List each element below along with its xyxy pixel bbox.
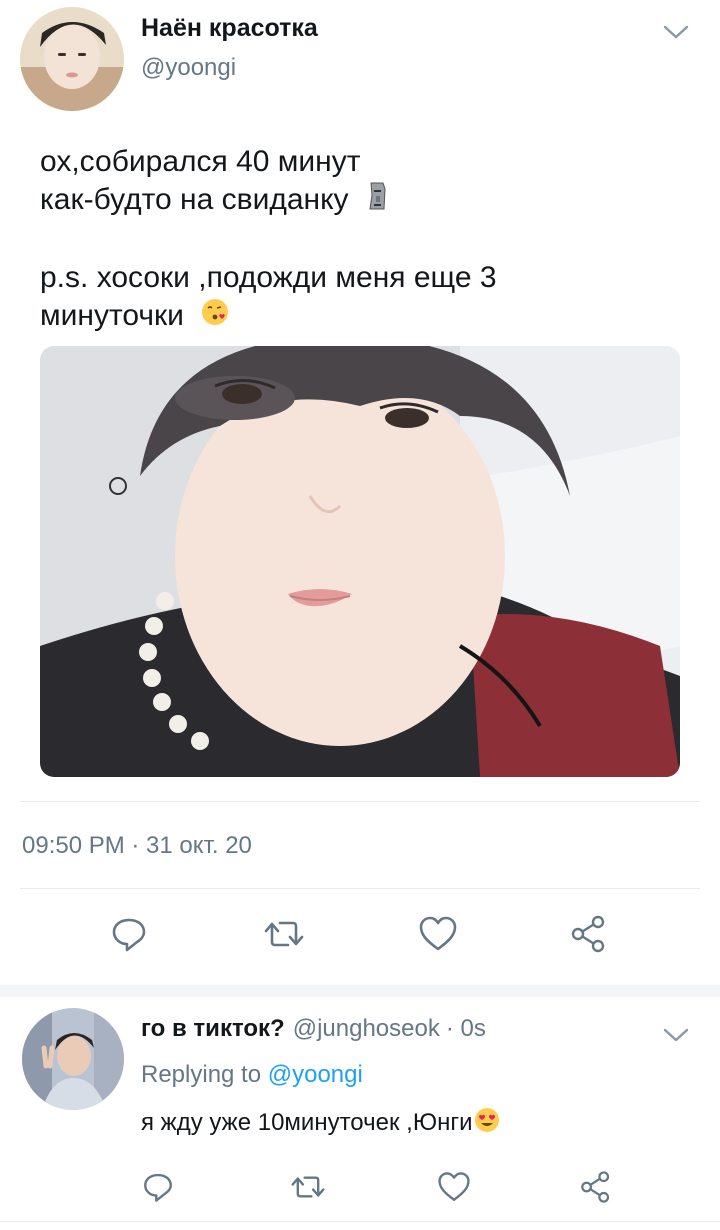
reply-text-content: я жду уже 10минуточек ,Юнги [141, 1108, 473, 1136]
reply-actions [0, 1167, 720, 1207]
tweet-text-line: минуточки [40, 297, 497, 337]
reply-icon[interactable] [138, 1167, 178, 1207]
tweet-photo[interactable] [40, 346, 680, 777]
chevron-down-icon[interactable] [662, 22, 690, 42]
replying-to-label: Replying to [141, 1061, 262, 1088]
author-display-name[interactable]: Наён красотка [141, 14, 318, 43]
moai-emoji-icon [367, 181, 389, 221]
tweet-text-line: как-будто на свиданку [40, 181, 497, 221]
tweet-actions [0, 910, 720, 966]
heart-eyes-emoji-icon [474, 1107, 500, 1140]
main-tweet[interactable]: Наён красотка @yoongi ох,собирался 40 ми… [0, 0, 720, 985]
reply-tweet[interactable]: го в тикток? @junghoseok · 0s Replying to … [0, 997, 720, 1230]
reply-author-line[interactable]: го в тикток? @junghoseok · 0s [141, 1015, 486, 1043]
retweet-icon[interactable] [260, 910, 308, 958]
reply-author-display-name[interactable]: го в тикток? [141, 1015, 285, 1042]
section-separator [0, 985, 720, 997]
tweet-text-line: p.s. хосоки ,подожди меня еще 3 [40, 261, 497, 295]
like-icon[interactable] [434, 1167, 474, 1207]
share-icon[interactable] [576, 1167, 616, 1207]
reply-author-handle[interactable]: @junghoseok [293, 1015, 440, 1042]
tweet-text: ох,собирался 40 минут как-будто на свида… [40, 143, 497, 337]
author-avatar[interactable] [20, 7, 124, 111]
divider [20, 801, 700, 802]
reply-text: я жду уже 10минуточек ,Юнги [141, 1107, 500, 1140]
tweet-text-line-content: минуточки [40, 299, 184, 333]
reply-time: · 0s [445, 1015, 486, 1042]
replying-to-line: Replying to @yoongi [141, 1061, 363, 1089]
author-handle[interactable]: @yoongi [141, 54, 236, 82]
share-icon[interactable] [565, 910, 613, 958]
reply-author-avatar[interactable] [22, 1008, 124, 1110]
chevron-down-icon[interactable] [662, 1025, 690, 1045]
tweet-text-line-content: как-будто на свиданку [40, 183, 349, 216]
like-icon[interactable] [414, 910, 462, 958]
divider [0, 1221, 720, 1222]
divider [20, 888, 700, 889]
retweet-icon[interactable] [288, 1167, 328, 1207]
tweet-text-line: ох,собирался 40 минут [40, 145, 361, 178]
kiss-emoji-icon [200, 297, 230, 337]
replying-to-mention[interactable]: @yoongi [268, 1061, 363, 1088]
tweet-timestamp: 09:50 PM · 31 окт. 20 [22, 832, 252, 859]
reply-icon[interactable] [105, 910, 153, 958]
